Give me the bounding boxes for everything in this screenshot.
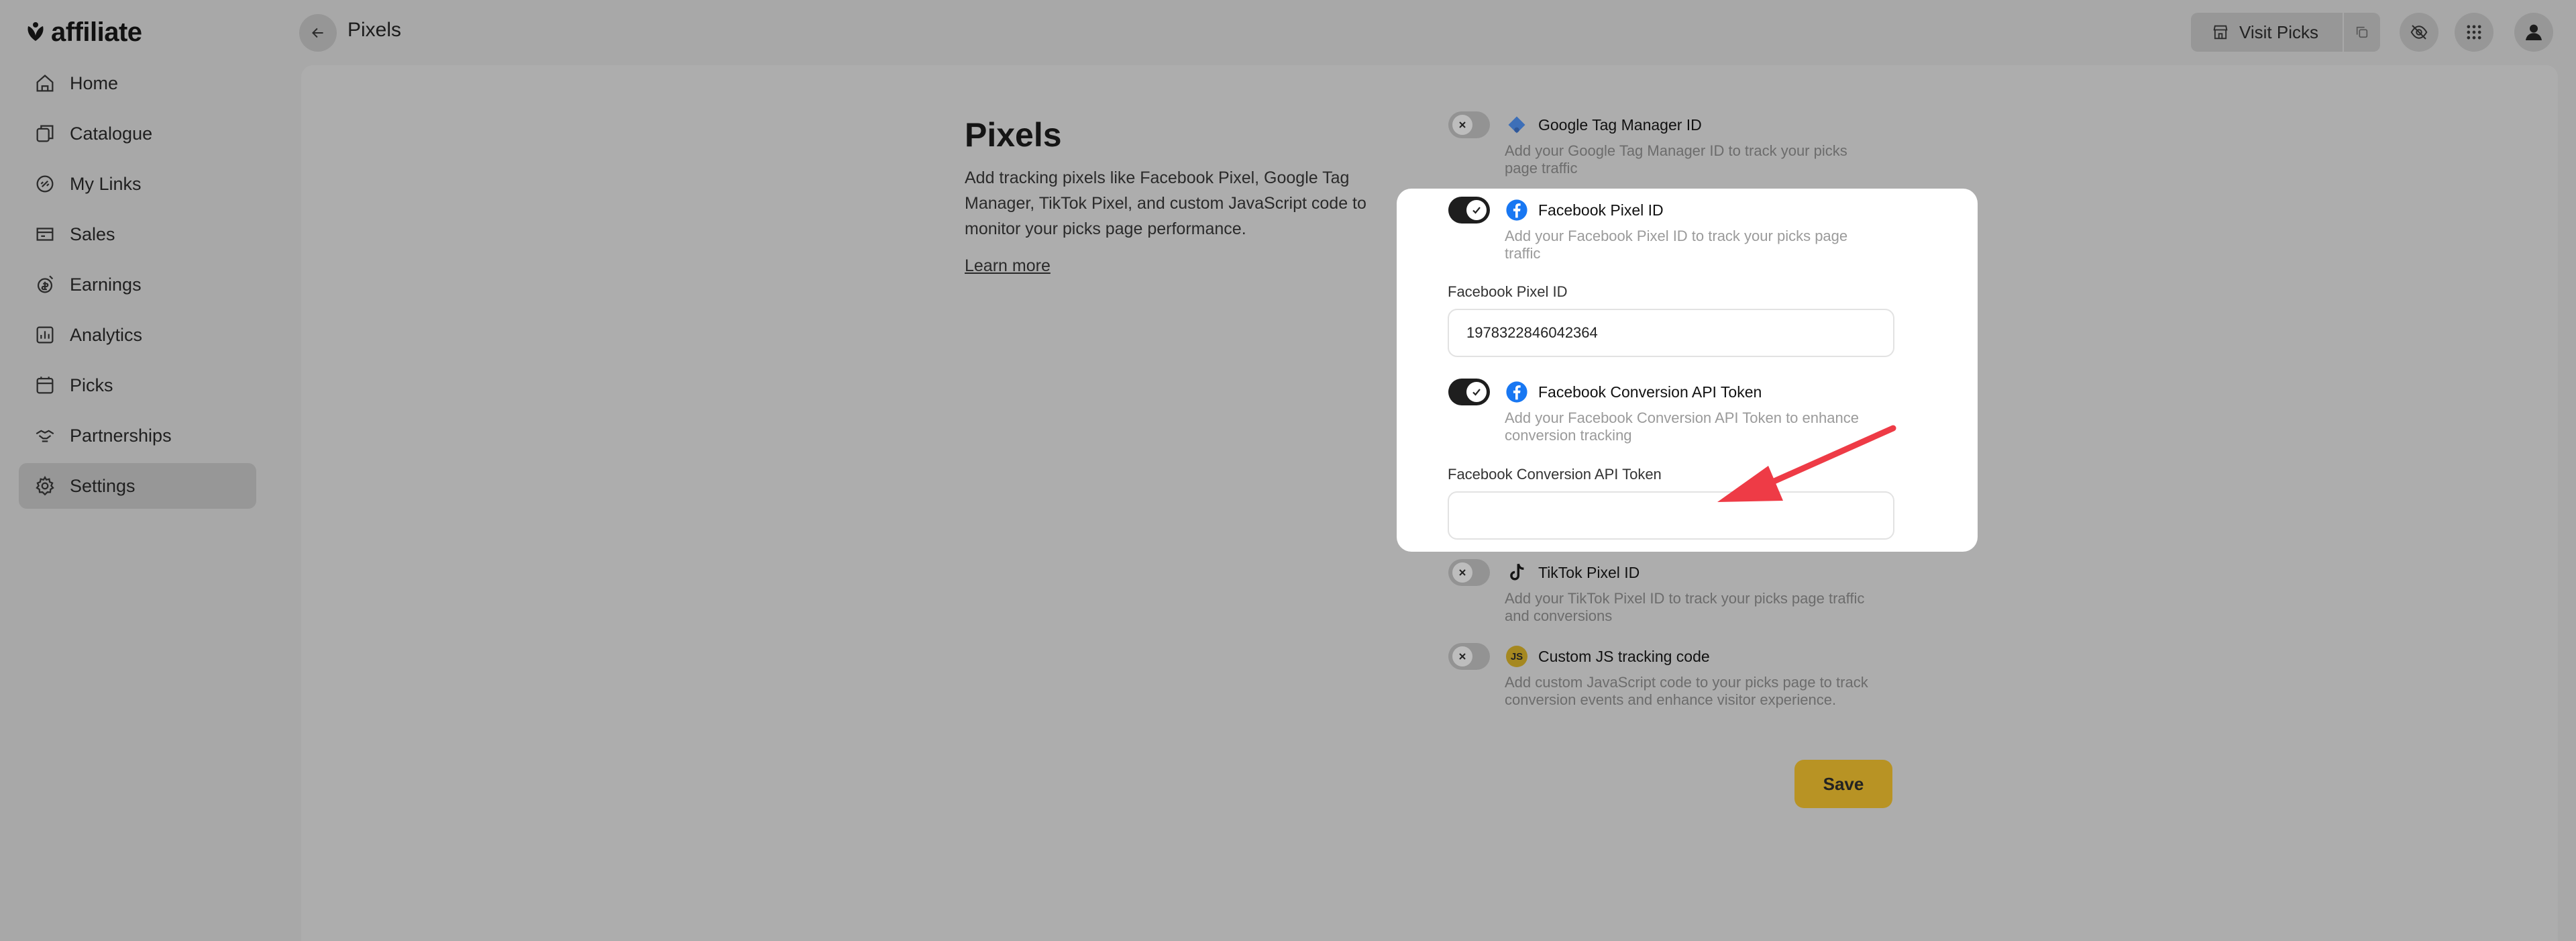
- x-icon: [1459, 569, 1466, 576]
- sidebar-item-home[interactable]: Home: [19, 60, 256, 106]
- sidebar-item-label: Picks: [70, 375, 113, 395]
- gtm-title: Google Tag Manager ID: [1538, 115, 1702, 134]
- page-title: Pixels: [347, 19, 402, 41]
- tiktok-toggle[interactable]: [1448, 559, 1490, 586]
- analytics-icon: [34, 324, 56, 346]
- arrow-left-icon: [312, 28, 323, 38]
- sidebar-item-label: Partnerships: [70, 425, 172, 446]
- storefront-icon: [2213, 25, 2228, 40]
- profile-button[interactable]: [2514, 13, 2553, 52]
- sidebar-item-picks[interactable]: Picks: [19, 362, 256, 408]
- x-icon: [1459, 121, 1466, 128]
- facebook-capi-title: Facebook Conversion API Token: [1538, 383, 1762, 401]
- javascript-icon: JS: [1505, 644, 1529, 668]
- sales-icon: [34, 223, 56, 246]
- facebook-icon: [1505, 198, 1529, 222]
- facebook-pixel-field-label: Facebook Pixel ID: [1448, 283, 1568, 300]
- facebook-pixel-description: Add your Facebook Pixel ID to track your…: [1505, 228, 1848, 262]
- sidebar-item-label: Home: [70, 72, 119, 93]
- gtm-toggle[interactable]: [1448, 111, 1490, 138]
- copy-link-button[interactable]: [2344, 25, 2380, 40]
- gear-icon: [34, 475, 56, 497]
- partnerships-icon: [34, 424, 56, 447]
- annotation-arrow: [1717, 425, 1896, 502]
- back-button[interactable]: [299, 14, 337, 52]
- sidebar-item-analytics[interactable]: Analytics: [19, 312, 256, 358]
- sidebar-nav: Home Catalogue My Links Sales Earnings A…: [19, 60, 256, 513]
- sidebar-item-catalogue[interactable]: Catalogue: [19, 111, 256, 156]
- toggle-knob: [1466, 200, 1487, 220]
- custom-js-description: Add custom JavaScript code to your picks…: [1505, 674, 1868, 708]
- check-icon: [1472, 389, 1481, 396]
- visit-picks-button[interactable]: Visit Picks: [2191, 22, 2343, 43]
- pixel-row-tiktok: TikTok Pixel ID Add your TikTok Pixel ID…: [1448, 559, 1891, 625]
- google-tag-manager-icon: [1505, 113, 1529, 137]
- toggle-knob: [1452, 646, 1472, 666]
- learn-more-link[interactable]: Learn more: [965, 256, 1051, 276]
- home-icon: [34, 72, 56, 95]
- sidebar-item-my-links[interactable]: My Links: [19, 161, 256, 207]
- facebook-pixel-toggle[interactable]: [1448, 197, 1490, 224]
- sidebar-item-label: My Links: [70, 173, 142, 194]
- tiktok-title: TikTok Pixel ID: [1538, 563, 1640, 581]
- toggle-knob: [1452, 562, 1472, 583]
- section-description: Add tracking pixels like Facebook Pixel,…: [965, 168, 1366, 238]
- tiktok-icon: [1505, 560, 1529, 585]
- catalogue-icon: [34, 122, 56, 145]
- logo-icon: [28, 22, 44, 41]
- visit-picks-group: Visit Picks: [2191, 13, 2380, 52]
- pixel-row-facebook-pixel: Facebook Pixel ID Add your Facebook Pixe…: [1448, 197, 1891, 262]
- sidebar-item-partnerships[interactable]: Partnerships: [19, 413, 256, 458]
- facebook-capi-field-label: Facebook Conversion API Token: [1448, 466, 1662, 483]
- facebook-icon: [1505, 380, 1529, 404]
- logo-text: affiliate: [51, 17, 142, 47]
- hide-preview-button[interactable]: [2400, 13, 2438, 52]
- grid-icon: [2467, 25, 2481, 40]
- sidebar-item-earnings[interactable]: Earnings: [19, 262, 256, 307]
- toggle-knob: [1452, 115, 1472, 135]
- facebook-pixel-title: Facebook Pixel ID: [1538, 201, 1664, 219]
- check-icon: [1472, 207, 1481, 214]
- pixels-intro: Pixels Add tracking pixels like Facebook…: [965, 115, 1367, 276]
- app-logo[interactable]: affiliate: [24, 15, 142, 50]
- earnings-icon: [34, 273, 56, 296]
- js-badge: JS: [1506, 646, 1527, 667]
- tiktok-description: Add your TikTok Pixel ID to track your p…: [1505, 590, 1865, 624]
- copy-icon: [2356, 26, 2368, 38]
- pixel-row-gtm: Google Tag Manager ID Add your Google Ta…: [1448, 111, 1891, 177]
- sidebar-item-label: Sales: [70, 224, 115, 244]
- sidebar-item-label: Analytics: [70, 324, 143, 345]
- user-icon: [2526, 24, 2542, 40]
- sidebar-item-sales[interactable]: Sales: [19, 211, 256, 257]
- pixel-row-custom-js: JS Custom JS tracking code Add custom Ja…: [1448, 643, 1891, 709]
- sidebar-item-label: Earnings: [70, 274, 142, 295]
- save-button[interactable]: Save: [1794, 760, 1892, 808]
- custom-js-toggle[interactable]: [1448, 643, 1490, 670]
- picks-icon: [34, 374, 56, 397]
- gtm-description: Add your Google Tag Manager ID to track …: [1505, 142, 1847, 177]
- apps-grid-button[interactable]: [2455, 13, 2493, 52]
- x-icon: [1459, 653, 1466, 660]
- facebook-pixel-input[interactable]: 1978322846042364: [1448, 309, 1894, 357]
- custom-js-title: Custom JS tracking code: [1538, 647, 1710, 665]
- sidebar-item-settings[interactable]: Settings: [19, 463, 256, 509]
- section-title: Pixels: [965, 116, 1062, 154]
- toggle-knob: [1466, 382, 1487, 402]
- link-icon: [34, 172, 56, 195]
- sidebar-item-label: Settings: [70, 475, 136, 496]
- facebook-capi-toggle[interactable]: [1448, 379, 1490, 405]
- visit-picks-label: Visit Picks: [2239, 21, 2318, 42]
- eye-off-icon: [2410, 25, 2428, 40]
- sidebar-item-label: Catalogue: [70, 123, 153, 144]
